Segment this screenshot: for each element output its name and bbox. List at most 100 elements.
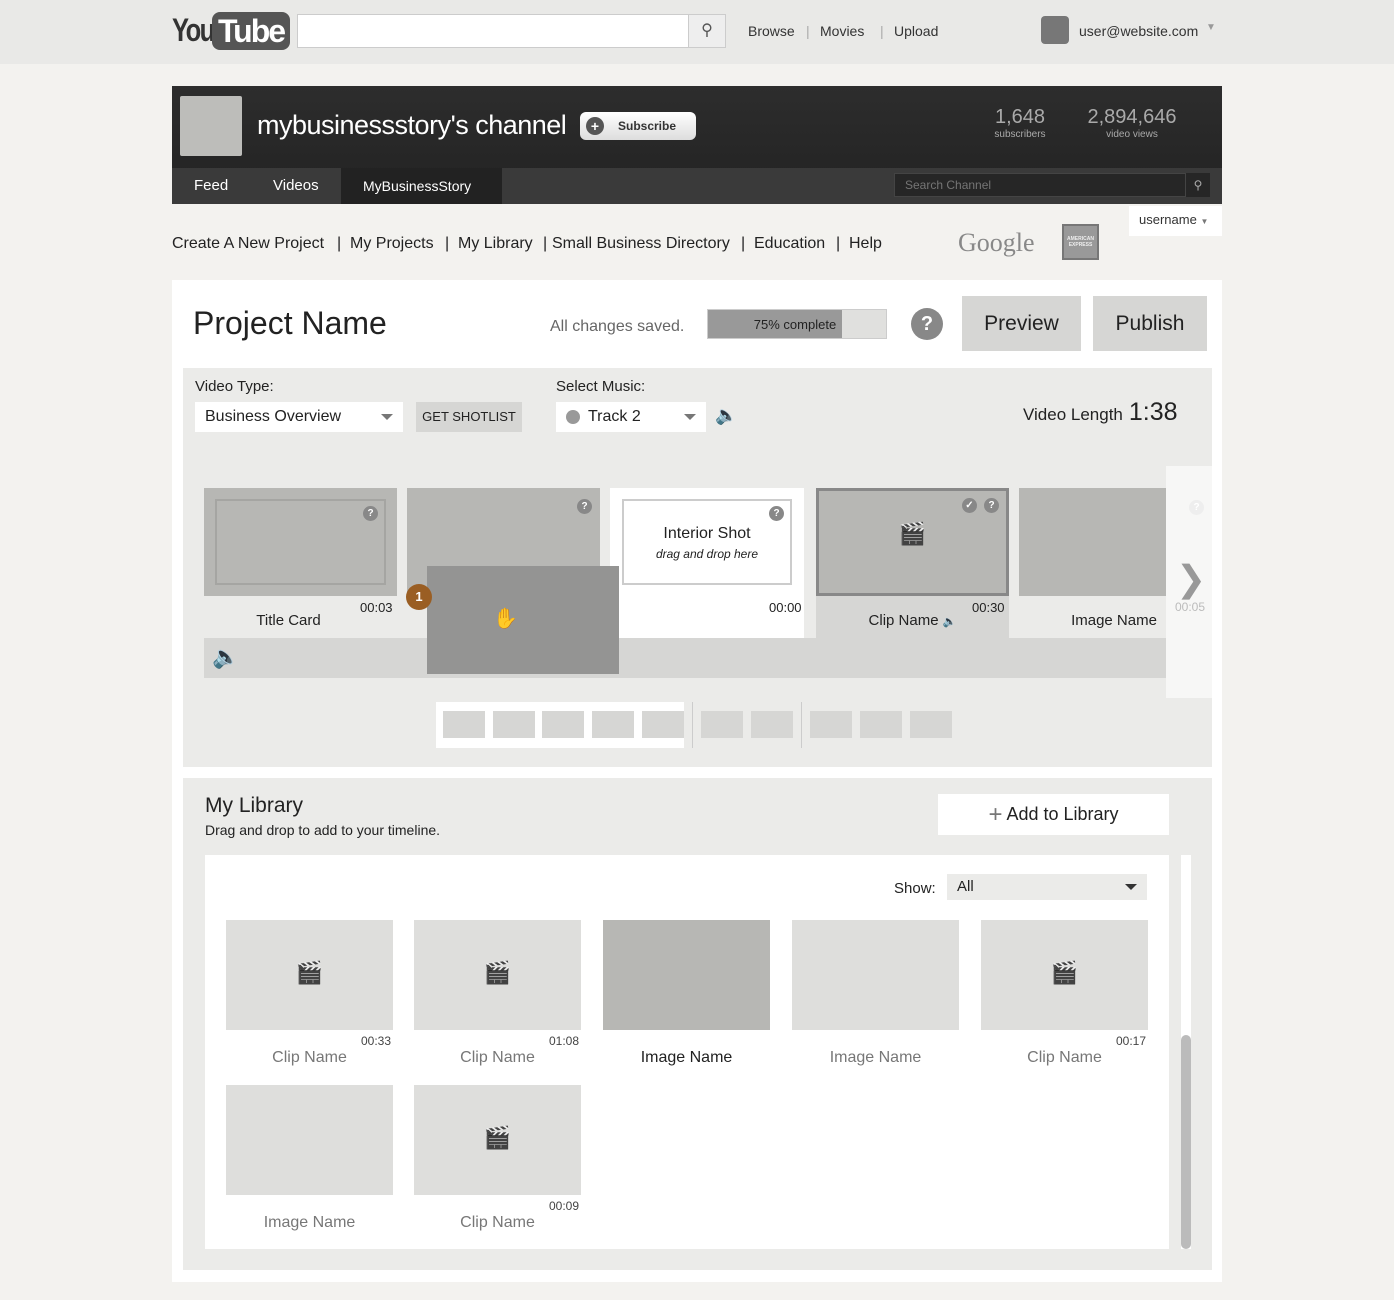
- library-item-name: Image Name: [263, 1214, 356, 1231]
- tab-feed[interactable]: Feed: [172, 168, 250, 204]
- library-item-name: Clip Name: [1027, 1049, 1102, 1066]
- progress-bar: 75% complete: [707, 309, 887, 339]
- preview-button[interactable]: Preview: [962, 296, 1081, 351]
- help-icon[interactable]: ?: [577, 499, 592, 514]
- tab-videos[interactable]: Videos: [251, 168, 341, 204]
- add-to-library-label: Add to Library: [1006, 804, 1119, 824]
- clapperboard-icon: 🎬: [483, 960, 512, 985]
- overview-thumb[interactable]: [542, 711, 584, 738]
- help-icon[interactable]: ?: [984, 498, 999, 513]
- drop-zone[interactable]: Interior Shot drag and drop here: [622, 499, 792, 585]
- search-icon[interactable]: ⚲: [1186, 173, 1210, 197]
- user-menu[interactable]: user@website.com: [1079, 23, 1198, 39]
- check-icon[interactable]: ✓: [962, 498, 977, 513]
- video-type-value: Business Overview: [205, 408, 342, 425]
- library-item-duration: 00:17: [1116, 1034, 1147, 1048]
- search-button[interactable]: ⚲: [688, 14, 726, 48]
- overview-thumb[interactable]: [443, 711, 485, 738]
- nav-my-library[interactable]: My Library: [458, 235, 533, 253]
- clapperboard-icon: 🎬: [898, 521, 927, 546]
- views-stat: 2,894,646 video views: [1087, 106, 1177, 140]
- browse-link[interactable]: Browse: [748, 23, 795, 39]
- get-shotlist-button[interactable]: GET SHOTLIST: [416, 402, 522, 432]
- clip-slot[interactable]: Image Name: [1009, 488, 1166, 638]
- help-icon[interactable]: ?: [769, 506, 784, 521]
- nav-help[interactable]: Help: [849, 235, 882, 253]
- avatar[interactable]: [1041, 16, 1069, 44]
- clip-duration: 00:00: [769, 600, 802, 615]
- project-title[interactable]: Project Name: [193, 305, 387, 342]
- overview-thumb[interactable]: [860, 711, 902, 738]
- divider: |: [543, 235, 548, 252]
- library-item-thumbnail[interactable]: 🎬: [981, 920, 1148, 1030]
- library-item-thumbnail[interactable]: [792, 920, 959, 1030]
- clapperboard-icon: 🎬: [483, 1125, 512, 1150]
- show-filter-value: All: [957, 878, 974, 895]
- movies-link[interactable]: Movies: [820, 23, 864, 39]
- overview-thumb[interactable]: [751, 711, 793, 738]
- help-icon[interactable]: ?: [363, 506, 378, 521]
- library-item-thumbnail[interactable]: 🎬: [414, 920, 581, 1030]
- library-item-thumbnail[interactable]: 🎬: [414, 1085, 581, 1195]
- username-menu[interactable]: username ▼: [1129, 206, 1222, 236]
- channel-avatar: [180, 96, 242, 156]
- chevron-right-icon[interactable]: ❯: [1176, 558, 1206, 600]
- clip-slot-drop-target[interactable]: Interior Shot drag and drop here ? 00:00: [610, 488, 804, 638]
- youtube-logo-tube[interactable]: Tube: [212, 12, 291, 50]
- show-label: Show:: [894, 880, 936, 897]
- youtube-logo[interactable]: You: [172, 12, 215, 49]
- hand-cursor-icon: ✋: [493, 608, 518, 630]
- progress-label: 75% complete: [753, 317, 837, 332]
- amex-logo: American Express: [1062, 224, 1099, 260]
- play-icon[interactable]: [566, 410, 580, 424]
- library-item-duration: 01:08: [549, 1034, 580, 1048]
- overview-thumb[interactable]: [910, 711, 952, 738]
- nav-create-project[interactable]: Create A New Project: [172, 235, 324, 253]
- channel-search-input[interactable]: [894, 173, 1186, 197]
- overview-thumb[interactable]: [493, 711, 535, 738]
- overview-thumb[interactable]: [592, 711, 634, 738]
- library-item-thumbnail[interactable]: 🎬: [226, 920, 393, 1030]
- tab-mybusinessstory[interactable]: MyBusinessStory: [341, 168, 502, 204]
- library-item-thumbnail[interactable]: [603, 920, 770, 1030]
- show-filter-select[interactable]: All: [947, 874, 1147, 900]
- upload-link[interactable]: Upload: [894, 23, 938, 39]
- search-input[interactable]: [297, 14, 689, 48]
- publish-button[interactable]: Publish: [1093, 296, 1207, 351]
- divider: |: [806, 23, 810, 39]
- music-select[interactable]: Track 2: [556, 402, 706, 432]
- divider: [692, 702, 693, 748]
- library-item-name: Clip Name: [272, 1049, 347, 1066]
- music-label: Select Music:: [556, 378, 646, 395]
- next-button[interactable]: ? ❯ 00:05: [1166, 466, 1212, 698]
- help-icon[interactable]: ?: [911, 308, 943, 340]
- library-item-thumbnail[interactable]: [226, 1085, 393, 1195]
- clip-slot[interactable]: ? 00:03 Title Card: [204, 488, 397, 638]
- speaker-icon[interactable]: 🔈: [715, 405, 737, 426]
- overview-thumb[interactable]: [810, 711, 852, 738]
- nav-directory[interactable]: Small Business Directory: [552, 235, 730, 253]
- subscribers-stat: 1,648 subscribers: [994, 106, 1046, 140]
- add-to-library-button[interactable]: + Add to Library: [938, 794, 1169, 835]
- chevron-down-icon: ▼: [1200, 217, 1209, 226]
- chevron-down-icon: [1125, 884, 1137, 890]
- clip-thumbnail: 🎬: [816, 488, 1009, 596]
- overview-thumb[interactable]: [701, 711, 743, 738]
- overview-thumb[interactable]: [642, 711, 684, 738]
- clip-thumbnail: [204, 488, 397, 596]
- clip-name: Interior Shot: [663, 525, 751, 542]
- video-length: Video Length 1:38: [1023, 398, 1178, 427]
- subscribe-button[interactable]: + Subscribe: [580, 112, 696, 140]
- speaker-icon[interactable]: 🔈: [212, 644, 239, 670]
- video-type-select[interactable]: Business Overview: [195, 402, 403, 432]
- scrollbar-thumb[interactable]: [1181, 1035, 1191, 1249]
- chevron-down-icon[interactable]: ▼: [1206, 22, 1216, 33]
- clip-name: Image Name: [1071, 612, 1157, 629]
- audio-track[interactable]: 🔈: [204, 638, 1166, 678]
- clip-slot[interactable]: 🎬 ✓ ? 00:30 Clip Name 🔈: [816, 488, 1009, 638]
- nav-education[interactable]: Education: [754, 235, 825, 253]
- plus-icon: +: [586, 117, 604, 135]
- library-item-duration: 00:33: [361, 1034, 392, 1048]
- dragged-item[interactable]: ✋: [427, 566, 619, 674]
- nav-my-projects[interactable]: My Projects: [350, 235, 434, 253]
